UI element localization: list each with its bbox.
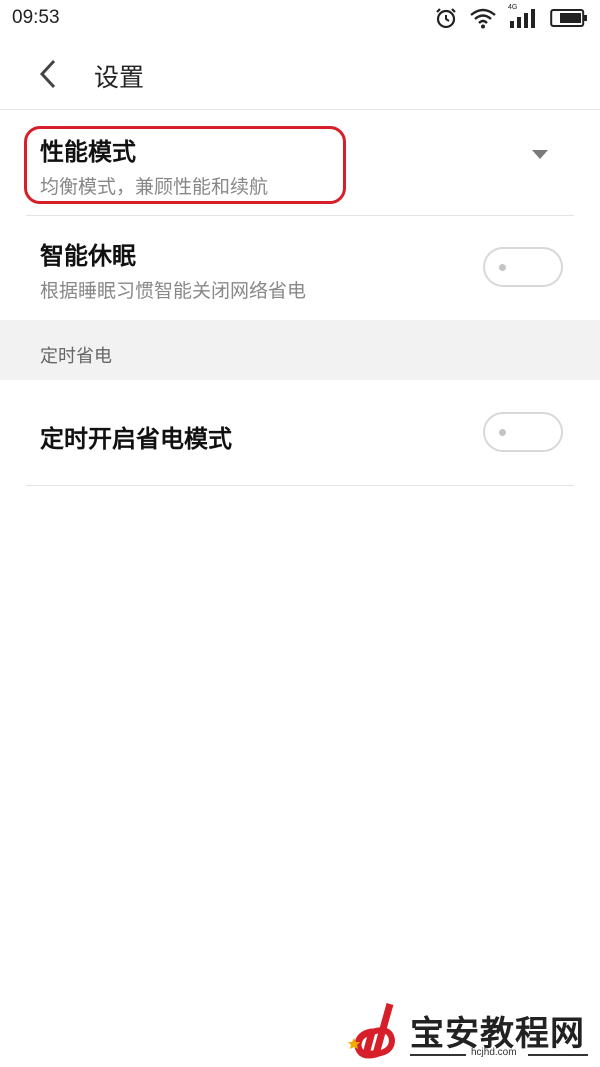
watermark-logo-icon (348, 1003, 396, 1059)
smart-sleep-title: 智能休眠 (40, 242, 136, 270)
scheduled-saving-toggle[interactable] (483, 412, 563, 452)
page-title: 设置 (94, 63, 145, 92)
toggle-knob (499, 264, 506, 271)
app-bar: 设置 (0, 36, 600, 110)
chevron-left-icon (39, 59, 56, 89)
toggle-knob (499, 429, 506, 436)
section-header-label: 定时省电 (40, 346, 112, 367)
smart-sleep-description: 根据睡眠习惯智能关闭网络省电 (40, 280, 307, 302)
back-button[interactable] (28, 54, 68, 94)
watermark-rule (528, 1054, 588, 1056)
annotation-highlight (24, 126, 346, 204)
battery-icon (550, 9, 587, 27)
divider (26, 485, 574, 486)
status-icons: 4G (434, 4, 588, 30)
watermark: 宝安教程网 hcjhd.com (346, 998, 596, 1064)
signal-indicator: 4G (508, 4, 538, 29)
dropdown-caret-icon[interactable] (532, 150, 548, 159)
watermark-rule (410, 1054, 466, 1056)
alarm-icon (436, 8, 456, 29)
smart-sleep-row: 智能休眠 根据睡眠习惯智能关闭网络省电 (26, 216, 574, 320)
wifi-icon (470, 8, 496, 29)
status-bar: 09:53 4G (0, 0, 600, 36)
section-header: 定时省电 (0, 320, 600, 380)
status-time: 09:53 (12, 7, 60, 28)
smart-sleep-toggle[interactable] (483, 247, 563, 287)
scheduled-saving-row: 定时开启省电模式 (26, 380, 574, 485)
scheduled-saving-title: 定时开启省电模式 (40, 425, 232, 453)
watermark-url: hcjhd.com (471, 1047, 517, 1058)
signal-icon (510, 9, 535, 28)
